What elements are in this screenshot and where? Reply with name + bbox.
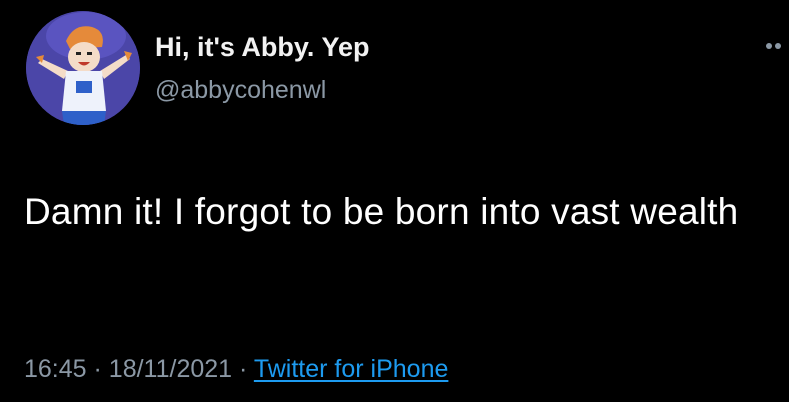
tweet-source-link[interactable]: Twitter for iPhone bbox=[254, 355, 449, 383]
tweet-text: Damn it! I forgot to be born into vast w… bbox=[24, 191, 739, 232]
tweet-date[interactable]: 18/11/2021 bbox=[109, 355, 232, 383]
tweet-meta: 16:45 · 18/11/2021 · Twitter for iPhone bbox=[24, 354, 448, 384]
tweet-card: Hi, it's Abby. Yep @abbycohenwl Damn it!… bbox=[0, 0, 789, 402]
more-options-icon[interactable] bbox=[766, 40, 789, 52]
meta-separator: · bbox=[93, 355, 102, 383]
avatar[interactable] bbox=[26, 11, 140, 125]
cartoon-avatar-icon bbox=[26, 11, 140, 125]
tweet-time[interactable]: 16:45 bbox=[24, 355, 87, 383]
user-handle[interactable]: @abbycohenwl bbox=[155, 76, 326, 104]
meta-separator: · bbox=[239, 355, 248, 383]
display-name[interactable]: Hi, it's Abby. Yep bbox=[155, 32, 369, 62]
